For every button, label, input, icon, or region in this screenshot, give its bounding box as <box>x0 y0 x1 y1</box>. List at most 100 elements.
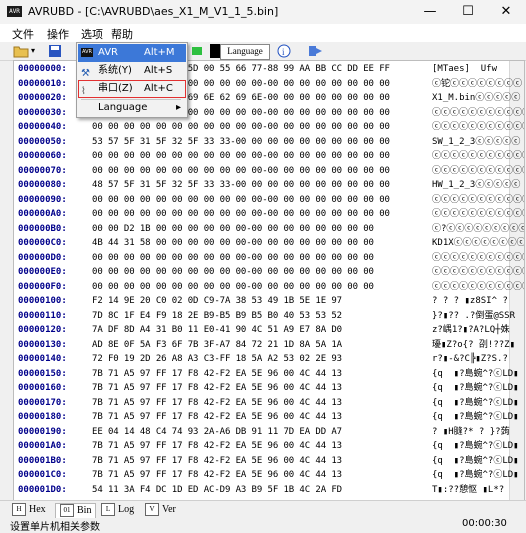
row-ascii: {q ▮?島蜿^?ⓒLD▮ <box>432 412 519 422</box>
row-hex-bytes: F2 14 9E 20 C0 02 0D C9-7A 38 53 49 1B 5… <box>92 296 342 306</box>
hex-row[interactable]: 00000180: 7B 71 A5 97 FF 17 F8 42-F2 EA 5… <box>14 412 519 423</box>
hex-row[interactable]: 00000140: 72 F0 19 2D 26 A8 A3 C3-FF 18 5… <box>14 354 508 365</box>
hex-row[interactable]: 000001C0: 7B 71 A5 97 FF 17 F8 42-F2 EA 5… <box>14 470 519 481</box>
tab-log[interactable]: L Log <box>101 503 134 517</box>
row-address: 000000E0: <box>18 267 67 277</box>
row-address: 000001A0: <box>18 441 67 451</box>
hex-row[interactable]: 000000A0: 00 00 00 00 00 00 00 00 00 00 0… <box>14 209 524 220</box>
status-time: 00:00:30 <box>462 518 507 529</box>
hex-row[interactable]: 00000160: 7B 71 A5 97 FF 17 F8 42-F2 EA 5… <box>14 383 519 394</box>
hex-row[interactable]: 00000120: 7A DF 8D A4 31 B0 11 E0-41 90 4… <box>14 325 510 336</box>
menu-operate[interactable]: 操作 <box>47 26 69 42</box>
tab-label: Hex <box>29 504 46 515</box>
hex-row[interactable]: 00000150: 7B 71 A5 97 FF 17 F8 42-F2 EA 5… <box>14 368 519 380</box>
row-address: 00000180: <box>18 412 67 422</box>
export-icon[interactable] <box>308 44 324 58</box>
hex-view[interactable]: 00000000: 5B 4D 54 61 65 73 5D 00 55 66 7… <box>13 60 525 501</box>
menu-help[interactable]: 帮助 <box>111 26 133 42</box>
row-hex-bytes: 7B 71 A5 97 FF 17 F8 42-F2 EA 5E 96 00 4… <box>92 412 342 422</box>
row-address: 00000030: <box>18 107 67 118</box>
row-hex-bytes: 72 F0 19 2D 26 A8 A3 C3-FF 18 5A A2 53 0… <box>92 354 342 364</box>
row-hex-bytes: 7B 71 A5 97 FF 17 F8 42-F2 EA 5E 96 00 4… <box>92 368 342 379</box>
info-icon[interactable]: i <box>276 44 292 58</box>
row-hex-bytes: 54 11 3A F4 DC 1D ED AC-D9 A3 B9 5F 1B 4… <box>92 484 342 495</box>
chevron-right-icon: ▸ <box>176 102 182 113</box>
row-ascii: r?▮-&?C╠▮Z?S.? <box>432 354 508 364</box>
close-button[interactable]: ✕ <box>488 2 524 22</box>
row-ascii: HW_1_2_3ⓒⓒⓒⓒⓒ <box>432 180 521 190</box>
menu-file[interactable]: 文件 <box>12 26 34 42</box>
row-hex-bytes: 4B 44 31 58 00 00 00 00 00 00-00 00 00 0… <box>92 238 374 248</box>
hex-row[interactable]: 000001B0: 7B 71 A5 97 FF 17 F8 42-F2 EA 5… <box>14 455 519 467</box>
maximize-button[interactable]: ☐ <box>450 2 486 22</box>
hex-row[interactable]: 00000040: 00 00 00 00 00 00 00 00 00 00 0… <box>14 122 524 133</box>
row-hex-bytes: 7D 8C 1F E4 F9 18 2E B9-B5 B9 B5 B0 40 5… <box>92 310 342 321</box>
row-address: 000000A0: <box>18 209 67 219</box>
menu-options[interactable]: 选项 <box>81 26 103 42</box>
row-address: 00000110: <box>18 310 67 321</box>
window-title: AVRUBD - [C:\AVRUBD\aes_X1_M_V1_1_5.bin] <box>28 5 279 18</box>
hex-row[interactable]: 00000060: 00 00 00 00 00 00 00 00 00 00 0… <box>14 151 524 162</box>
row-ascii: z?嵎1?▮?A?LQ┼姝 <box>432 325 510 335</box>
chip-icon: AVR <box>81 48 93 57</box>
menu-item-label: Language <box>98 102 148 113</box>
row-hex-bytes: 7B 71 A5 97 FF 17 F8 42-F2 EA 5E 96 00 4… <box>92 441 342 451</box>
hex-row[interactable]: 00000110: 7D 8C 1F E4 F9 18 2E B9-B5 B9 B… <box>14 310 515 322</box>
row-address: 00000070: <box>18 165 67 176</box>
hex-row[interactable]: 000000D0: 00 00 00 00 00 00 00 00 00 00-0… <box>14 252 524 264</box>
hex-row[interactable]: 000000E0: 00 00 00 00 00 00 00 00 00 00-0… <box>14 267 524 278</box>
row-hex-bytes: EE 04 14 48 C4 74 93 2A-A6 DB 91 11 7D E… <box>92 426 342 437</box>
row-ascii: [MTaes] Ufw <box>432 64 498 74</box>
row-ascii: ⓒⓒⓒⓒⓒⓒⓒⓒⓒⓒⓒⓒ <box>432 281 524 292</box>
hex-row[interactable]: 00000130: AD 8E 0F 5A F3 6F 7B 3F-A7 84 7… <box>14 340 515 351</box>
row-ascii: {q ▮?島蜿^?ⓒLD▮ <box>432 397 519 408</box>
tab-hex[interactable]: H Hex <box>12 503 46 517</box>
row-hex-bytes: 00 00 00 00 00 00 00 00 00 00 00-00 00 0… <box>92 209 390 219</box>
minimize-button[interactable]: — <box>412 2 448 22</box>
hex-row[interactable]: 00000050: 53 57 5F 31 5F 32 5F 33 33-00 0… <box>14 136 520 148</box>
row-hex-bytes: 00 00 00 00 00 00 00 00 00 00 00-00 00 0… <box>92 151 390 161</box>
status-bar: 设置单片机相关参数 00:00:30 <box>0 518 526 533</box>
hex-row[interactable]: 00000100: F2 14 9E 20 C0 02 0D C9-7A 38 5… <box>14 296 508 307</box>
row-hex-bytes: 00 00 00 00 00 00 00 00 00 00-00 00 00 0… <box>92 281 374 292</box>
row-ascii: SW_1_2_3ⓒⓒⓒⓒⓒ <box>432 136 521 147</box>
row-address: 00000020: <box>18 93 67 103</box>
connect-icon[interactable] <box>190 44 204 58</box>
row-hex-bytes: 7A DF 8D A4 31 B0 11 E0-41 90 4C 51 A9 E… <box>92 325 342 335</box>
open-folder-icon[interactable] <box>13 44 29 58</box>
row-hex-bytes: 48 57 5F 31 5F 32 5F 33 33-00 00 00 00 0… <box>92 180 390 190</box>
chevron-down-icon[interactable]: ▾ <box>31 44 41 58</box>
row-address: 00000140: <box>18 354 67 364</box>
row-address: 000000D0: <box>18 252 67 263</box>
hex-row[interactable]: 00000170: 7B 71 A5 97 FF 17 F8 42-F2 EA 5… <box>14 398 519 409</box>
tab-label: Bin <box>77 505 92 516</box>
title-bar: AVR AVRUBD - [C:\AVRUBD\aes_X1_M_V1_1_5.… <box>0 0 526 24</box>
row-ascii: ⓒⓒⓒⓒⓒⓒⓒⓒⓒⓒⓒⓒ <box>432 194 524 205</box>
hex-row[interactable]: 00000090: 00 00 00 00 00 00 00 00 00 00 0… <box>14 195 524 206</box>
menu-item-avr[interactable]: AVR AVR Alt+M <box>78 44 186 62</box>
hex-row[interactable]: 000000F0: 00 00 00 00 00 00 00 00 00 00-0… <box>14 281 524 293</box>
row-address: 00000190: <box>18 426 67 437</box>
tab-bin[interactable]: 01 Bin <box>55 503 97 519</box>
row-address: 000000B0: <box>18 223 67 234</box>
row-hex-bytes: 7B 71 A5 97 FF 17 F8 42-F2 EA 5E 96 00 4… <box>92 455 342 466</box>
row-address: 00000040: <box>18 122 67 132</box>
tab-ver[interactable]: V Ver <box>145 503 176 517</box>
view-tabs: H Hex 01 Bin L Log V Ver <box>0 500 526 519</box>
menu-item-serial[interactable]: ⌇ 串口(Z) Alt+C <box>78 80 186 98</box>
bin-tab-icon: 01 <box>60 504 74 518</box>
row-hex-bytes: 53 57 5F 31 5F 32 5F 33 33-00 00 00 00 0… <box>92 136 390 147</box>
menu-item-label: AVR <box>98 47 118 58</box>
menu-item-system[interactable]: ⚒ 系统(Y) Alt+S <box>78 62 186 80</box>
hex-row[interactable]: 00000190: EE 04 14 48 C4 74 93 2A-A6 DB 9… <box>14 426 510 438</box>
hex-row[interactable]: 000000B0: 00 00 D2 1B 00 00 00 00 00 00-0… <box>14 223 524 235</box>
hex-row[interactable]: 00000070: 00 00 00 00 00 00 00 00 00 00 0… <box>14 165 524 177</box>
row-ascii: ⓒⓒⓒⓒⓒⓒⓒⓒⓒⓒⓒⓒ <box>432 267 524 277</box>
menu-item-language[interactable]: Language ▸ <box>78 100 186 116</box>
hex-row[interactable]: 000001A0: 7B 71 A5 97 FF 17 F8 42-F2 EA 5… <box>14 441 519 452</box>
save-icon[interactable] <box>48 44 62 58</box>
hex-row[interactable]: 00000080: 48 57 5F 31 5F 32 5F 33 33-00 0… <box>14 180 520 191</box>
hex-row[interactable]: 000001D0: 54 11 3A F4 DC 1D ED AC-D9 A3 B… <box>14 485 508 496</box>
language-button[interactable]: Language <box>220 44 270 60</box>
hex-row[interactable]: 000000C0: 4B 44 31 58 00 00 00 00 00 00-0… <box>14 238 524 249</box>
